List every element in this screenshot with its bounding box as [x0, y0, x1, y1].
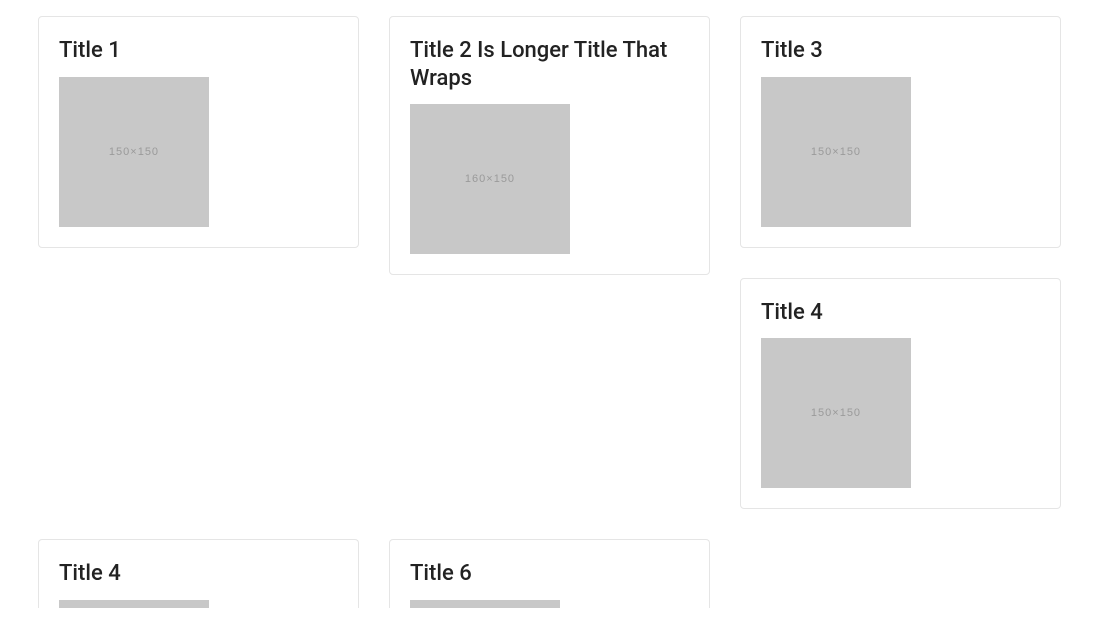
card: Title 3 150×150: [740, 16, 1061, 248]
card: Title 2 Is Longer Title That Wraps 160×1…: [389, 16, 710, 275]
image-placeholder: 150×150: [761, 77, 911, 227]
card-title: Title 3: [761, 37, 1040, 65]
card: Title 1 150×150: [38, 16, 359, 248]
image-placeholder: [59, 600, 209, 608]
card-column-1: Title 1 150×150: [38, 16, 359, 248]
card-column-2: Title 2 Is Longer Title That Wraps 160×1…: [389, 16, 710, 275]
image-placeholder: 150×150: [761, 338, 911, 488]
image-placeholder: [410, 600, 560, 608]
card-title: Title 1: [59, 37, 338, 65]
card-column-3: Title 3 150×150 Title 4 150×150: [740, 16, 1061, 509]
placeholder-dimensions-label: 160×150: [465, 173, 515, 185]
placeholder-dimensions-label: 150×150: [811, 146, 861, 158]
card-title: Title 2 Is Longer Title That Wraps: [410, 37, 689, 92]
card-title: Title 4: [59, 560, 338, 588]
card-row-1: Title 1 150×150 Title 2 Is Longer Title …: [38, 16, 1065, 509]
card: Title 4: [38, 539, 359, 608]
placeholder-dimensions-label: 150×150: [109, 146, 159, 158]
placeholder-dimensions-label: 150×150: [811, 407, 861, 419]
card-title: Title 4: [761, 299, 1040, 327]
card: Title 4 150×150: [740, 278, 1061, 510]
image-placeholder: 160×150: [410, 104, 570, 254]
card-row-2: Title 4 Title 6: [38, 539, 1065, 608]
card: Title 6: [389, 539, 710, 608]
card-title: Title 6: [410, 560, 689, 588]
image-placeholder: 150×150: [59, 77, 209, 227]
